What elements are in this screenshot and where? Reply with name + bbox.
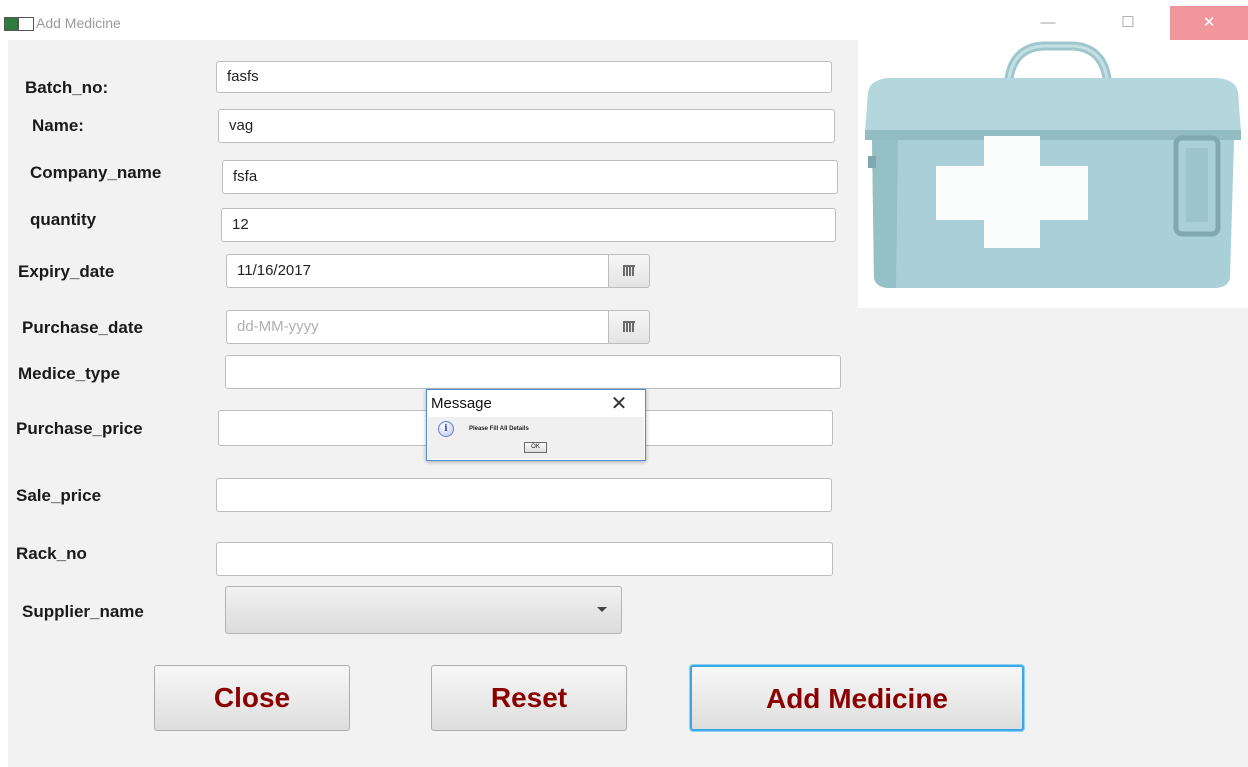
expiry-date-calendar-button[interactable] [608, 254, 650, 288]
first-aid-box-illustration [865, 41, 1241, 288]
app-icon [4, 17, 34, 31]
add-medicine-button[interactable]: Add Medicine [690, 665, 1024, 731]
quantity-field[interactable]: 12 [221, 208, 836, 242]
sale-price-label: Sale_price [16, 486, 102, 505]
medicine-type-label: Medice_type [18, 364, 121, 383]
name-field[interactable]: vag [218, 109, 835, 143]
info-icon: i [438, 421, 454, 437]
close-button[interactable]: Close [154, 665, 350, 731]
supplier-name-dropdown[interactable] [225, 586, 622, 634]
supplier-name-label: Supplier_name [22, 602, 144, 621]
rack-no-field[interactable] [216, 542, 833, 576]
batch-no-label: Batch_no: [25, 78, 109, 97]
message-dialog: Message ✕ i Please Fill All Details OK [426, 389, 646, 461]
expiry-date-field[interactable]: 11/16/2017 [226, 254, 609, 288]
ok-button[interactable]: OK [524, 442, 547, 453]
dialog-title: Message [431, 395, 492, 412]
rack-no-label: Rack_no [16, 544, 87, 563]
dialog-body: i Please Fill All Details OK [428, 417, 644, 459]
quantity-label: quantity [30, 210, 97, 229]
window-title: Add Medicine [36, 15, 121, 31]
dialog-message: Please Fill All Details [469, 426, 529, 432]
medicine-type-field[interactable] [225, 355, 841, 389]
dialog-close-icon[interactable]: ✕ [609, 391, 629, 416]
company-name-field[interactable]: fsfa [222, 160, 838, 194]
minimize-button[interactable]: — [1020, 6, 1076, 40]
name-label: Name: [32, 116, 84, 135]
close-window-button[interactable]: ✕ [1170, 6, 1248, 40]
purchase-date-label: Purchase_date [22, 318, 143, 337]
purchase-date-field[interactable]: dd-MM-yyyy [226, 310, 609, 344]
chevron-down-icon [597, 607, 607, 612]
maximize-button[interactable]: ☐ [1100, 6, 1156, 40]
window-titlebar[interactable]: Add Medicine — ☐ ✕ [0, 6, 1248, 40]
company-name-label: Company_name [30, 163, 162, 182]
calendar-icon [623, 321, 635, 332]
batch-no-field[interactable]: fasfs [216, 61, 832, 93]
calendar-icon [623, 265, 635, 276]
medicine-box-image [858, 40, 1248, 308]
purchase-price-label: Purchase_price [16, 419, 143, 438]
expiry-date-label: Expiry_date [18, 262, 115, 281]
reset-button[interactable]: Reset [431, 665, 627, 731]
purchase-date-calendar-button[interactable] [608, 310, 650, 344]
sale-price-field[interactable] [216, 478, 832, 512]
